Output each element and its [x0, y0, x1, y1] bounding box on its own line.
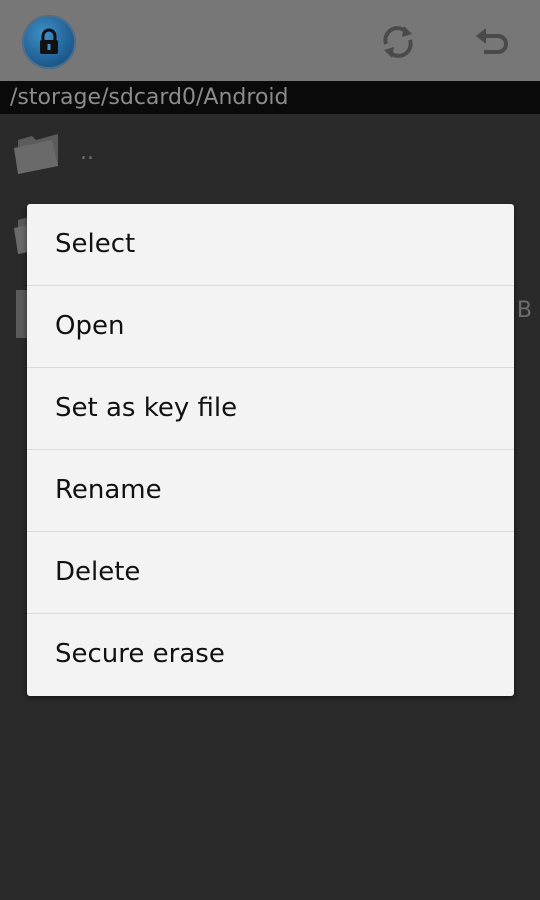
menu-item-delete[interactable]: Delete — [27, 532, 514, 614]
refresh-button[interactable] — [376, 20, 420, 64]
menu-item-label: Open — [55, 311, 125, 341]
menu-item-label: Delete — [55, 557, 141, 587]
menu-item-rename[interactable]: Rename — [27, 450, 514, 532]
lock-icon — [40, 28, 58, 54]
file-size: B — [516, 298, 532, 323]
menu-item-open[interactable]: Open — [27, 286, 514, 368]
refresh-icon — [383, 26, 413, 58]
action-bar — [0, 0, 540, 81]
menu-item-select[interactable]: Select — [27, 204, 514, 286]
menu-item-label: Select — [55, 229, 136, 259]
undo-icon — [476, 28, 508, 54]
context-menu: Select Open Set as key file Rename Delet… — [27, 204, 514, 696]
menu-item-label: Secure erase — [55, 639, 225, 669]
list-item[interactable]: .. — [0, 114, 540, 194]
screen: /storage/sdcard0/Android .. B Select Ope… — [0, 0, 540, 900]
menu-item-label: Set as key file — [55, 393, 238, 423]
app-lock-button[interactable] — [22, 15, 76, 69]
file-name: .. — [80, 140, 94, 165]
current-path: /storage/sdcard0/Android — [10, 85, 289, 110]
path-bar: /storage/sdcard0/Android — [0, 81, 540, 114]
folder-icon — [14, 134, 58, 174]
undo-button[interactable] — [470, 20, 514, 64]
menu-item-set-as-key-file[interactable]: Set as key file — [27, 368, 514, 450]
menu-item-secure-erase[interactable]: Secure erase — [27, 614, 514, 696]
menu-item-label: Rename — [55, 475, 162, 505]
